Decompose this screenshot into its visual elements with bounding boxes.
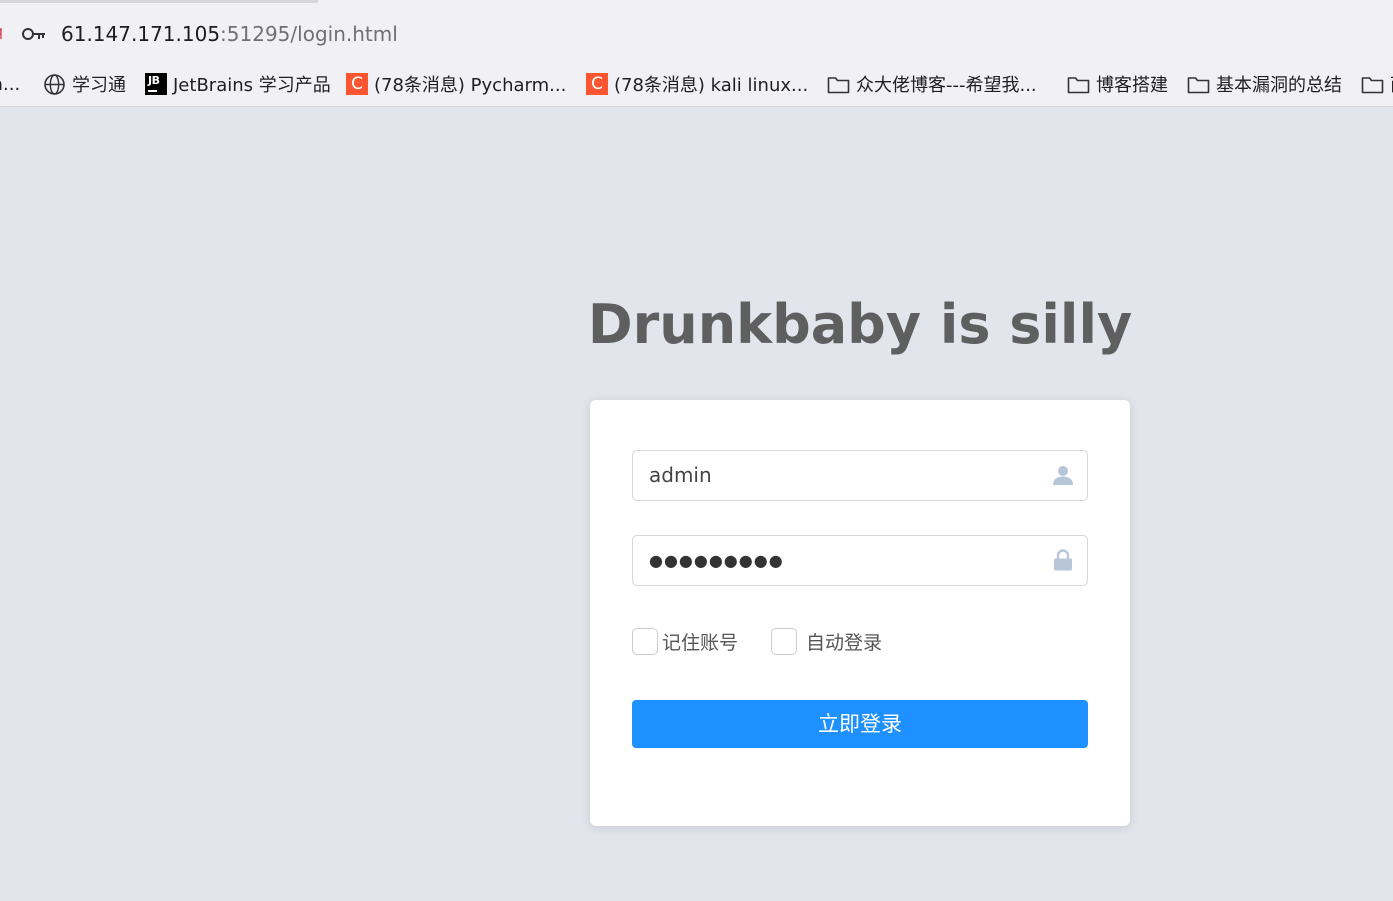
- bookmark-xuexitong[interactable]: 学习通: [43, 72, 126, 96]
- bookmarks-bar: a... 学习通 JB JetBrains 学习产品 C (78条消息) Pyc…: [0, 60, 1393, 107]
- bookmark-label: a...: [0, 73, 21, 95]
- bookmark-label: 学习通: [72, 75, 126, 96]
- bookmark-kali[interactable]: C (78条消息) kali linux...: [586, 72, 808, 96]
- password-mask: ●●●●●●●●●: [649, 551, 784, 570]
- folder-icon: [827, 75, 850, 94]
- url-host: 61.147.171.105: [61, 22, 221, 46]
- bookmark-label: (78条消息) kali linux...: [614, 75, 809, 96]
- auto-login-label[interactable]: 自动登录: [806, 628, 882, 655]
- bookmark-label: JetBrains 学习产品: [173, 75, 331, 96]
- folder-icon: [1187, 75, 1210, 94]
- username-value: admin: [649, 463, 712, 487]
- csdn-icon: C: [346, 73, 368, 95]
- bookmark-label: 基本漏洞的总结: [1216, 75, 1342, 96]
- page-title: Drunkbaby is silly: [587, 293, 1133, 356]
- bookmark-folder-blogs[interactable]: 众大佬博客---希望我...: [827, 72, 1037, 96]
- key-icon[interactable]: [21, 25, 47, 43]
- folder-icon: [1067, 75, 1090, 94]
- username-input[interactable]: admin: [632, 450, 1088, 501]
- bookmark-pycharm[interactable]: C (78条消息) Pycharm...: [346, 72, 566, 96]
- lock-icon: [1051, 548, 1075, 572]
- url-text[interactable]: 61.147.171.105:51295/login.html: [61, 20, 398, 48]
- auto-login-checkbox[interactable]: [771, 627, 797, 655]
- remember-account-row[interactable]: 记住账号: [632, 627, 738, 655]
- remember-account-checkbox[interactable]: [632, 627, 658, 655]
- user-icon: [1051, 463, 1075, 487]
- globe-icon: [43, 73, 66, 96]
- bookmark-folder-cut-off[interactable]: 西: [1361, 72, 1393, 96]
- address-bar[interactable]: q 61.147.171.105:51295/login.html: [0, 8, 1393, 60]
- bookmark-label: 众大佬博客---希望我...: [856, 75, 1037, 96]
- login-card: admin ●●●●●●●●● 记住账号 自动登录 立即登录: [590, 400, 1130, 826]
- active-tab-edge: [0, 0, 318, 3]
- bookmark-label: (78条消息) Pycharm...: [374, 75, 567, 96]
- remember-account-label[interactable]: 记住账号: [662, 628, 738, 655]
- auto-login-row[interactable]: 自动登录: [771, 627, 882, 655]
- bookmark-cut-off[interactable]: a...: [0, 72, 20, 96]
- folder-icon: [1361, 75, 1384, 94]
- bookmark-folder-blog-setup[interactable]: 博客搭建: [1067, 72, 1168, 96]
- bookmark-folder-vulns[interactable]: 基本漏洞的总结: [1187, 72, 1342, 96]
- password-input[interactable]: ●●●●●●●●●: [632, 535, 1088, 586]
- bookmark-label: 博客搭建: [1096, 75, 1168, 96]
- site-cut-off-icon: q: [0, 24, 6, 40]
- bookmark-jetbrains[interactable]: JB JetBrains 学习产品: [145, 72, 331, 96]
- url-path: :51295/login.html: [220, 22, 398, 46]
- csdn-icon: C: [586, 73, 608, 95]
- tab-strip-edge: [0, 0, 1393, 8]
- jetbrains-icon: JB: [145, 73, 167, 95]
- login-button[interactable]: 立即登录: [632, 700, 1088, 748]
